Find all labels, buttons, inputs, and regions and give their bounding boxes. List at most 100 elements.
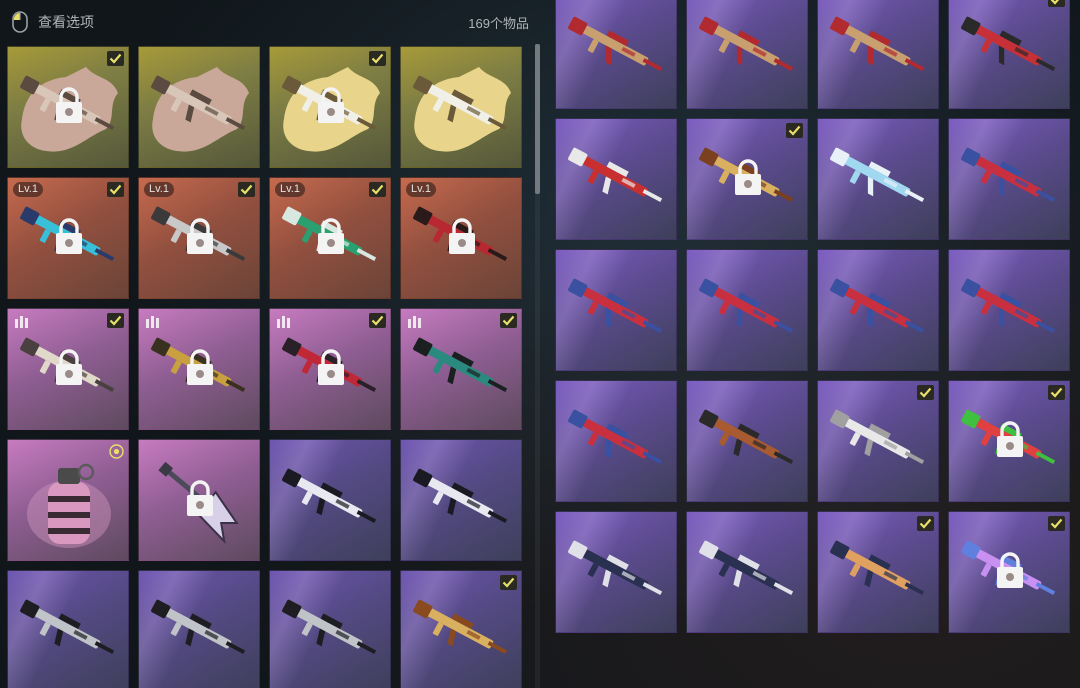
tier-icon (146, 316, 159, 328)
left-item-card[interactable] (138, 308, 260, 430)
right-item-card[interactable] (686, 249, 808, 371)
left-item-card[interactable] (138, 570, 260, 688)
right-item-card[interactable] (555, 0, 677, 109)
checkmark-icon (369, 313, 386, 328)
weapon-icon (568, 540, 663, 596)
right-item-card[interactable] (686, 118, 808, 240)
level-badge: Lv.1 (406, 182, 436, 197)
left-item-card[interactable] (400, 439, 522, 561)
tier-icon (277, 316, 290, 328)
left-item-card[interactable] (269, 308, 391, 430)
right-item-card[interactable] (817, 380, 939, 502)
weapon-icon (282, 468, 377, 524)
left-item-card[interactable]: Lv.1 (400, 177, 522, 299)
lock-icon (449, 218, 475, 254)
checkmark-icon (107, 51, 124, 66)
right-item-grid (555, 0, 1075, 688)
lock-icon (318, 349, 344, 385)
checkmark-icon (917, 385, 934, 400)
weapon-icon (699, 278, 794, 334)
mouse-icon (12, 11, 28, 33)
weapon-icon (568, 16, 663, 72)
right-item-card[interactable] (686, 0, 808, 109)
left-item-card[interactable] (7, 46, 129, 168)
lock-icon (187, 480, 213, 516)
right-item-card[interactable] (686, 380, 808, 502)
left-item-card[interactable] (7, 308, 129, 430)
weapon-icon (568, 278, 663, 334)
weapon-icon (413, 468, 508, 524)
left-item-card[interactable] (7, 570, 129, 688)
weapon-icon (20, 599, 115, 655)
right-item-card[interactable] (555, 511, 677, 633)
right-item-card[interactable] (686, 511, 808, 633)
right-item-card[interactable] (948, 511, 1070, 633)
right-item-card[interactable] (555, 380, 677, 502)
right-item-card[interactable] (817, 0, 939, 109)
right-item-card[interactable] (948, 118, 1070, 240)
left-item-card[interactable]: Lv.1 (138, 177, 260, 299)
weapon-icon (699, 16, 794, 72)
right-item-card[interactable] (555, 249, 677, 371)
left-grid-inner: Lv.1 Lv.1 Lv.1 Lv.1 (7, 46, 530, 688)
left-item-card[interactable] (269, 570, 391, 688)
weapon-icon (830, 409, 925, 465)
right-item-card[interactable] (817, 249, 939, 371)
checkmark-icon (238, 182, 255, 197)
tier-icon (15, 316, 28, 328)
checkmark-icon (917, 516, 934, 531)
left-item-card[interactable] (7, 439, 129, 561)
weapon-icon (282, 599, 377, 655)
level-badge: Lv.1 (275, 182, 305, 197)
checkmark-icon (786, 123, 803, 138)
checkmark-icon (369, 182, 386, 197)
lock-icon (56, 218, 82, 254)
level-badge: Lv.1 (144, 182, 174, 197)
checkmark-icon (1048, 516, 1065, 531)
left-item-card[interactable] (400, 570, 522, 688)
left-item-card[interactable]: Lv.1 (269, 177, 391, 299)
right-item-card[interactable] (948, 0, 1070, 109)
inventory-header: 查看选项 169个物品 (0, 0, 545, 44)
checkmark-icon (107, 313, 124, 328)
tier-icon (408, 316, 421, 328)
checkmark-icon (369, 51, 386, 66)
lock-icon (997, 421, 1023, 457)
weapon-icon (830, 16, 925, 72)
view-options-title[interactable]: 查看选项 (38, 12, 94, 32)
left-item-card[interactable] (400, 46, 522, 168)
left-item-card[interactable] (138, 439, 260, 561)
scrollbar-thumb[interactable] (535, 44, 540, 194)
weapon-icon (830, 278, 925, 334)
left-item-card[interactable] (138, 46, 260, 168)
right-item-card[interactable] (817, 511, 939, 633)
weapon-icon (699, 409, 794, 465)
left-item-card[interactable] (269, 46, 391, 168)
checkmark-icon (500, 313, 517, 328)
right-grid-inner (555, 0, 1075, 633)
left-item-card[interactable] (269, 439, 391, 561)
left-item-grid: Lv.1 Lv.1 Lv.1 Lv.1 (7, 46, 530, 688)
weapon-icon (568, 409, 663, 465)
lock-icon (56, 87, 82, 123)
right-item-card[interactable] (817, 118, 939, 240)
lock-icon (318, 87, 344, 123)
left-item-card[interactable]: Lv.1 (7, 177, 129, 299)
weapon-icon (961, 278, 1056, 334)
lock-icon (187, 218, 213, 254)
lock-icon (735, 159, 761, 195)
weapon-icon (830, 540, 925, 596)
checkmark-icon (1048, 0, 1065, 7)
grenade-icon (27, 463, 111, 548)
weapon-icon (699, 540, 794, 596)
lock-icon (56, 349, 82, 385)
item-count: 169个物品 (468, 15, 529, 31)
weapon-icon (413, 75, 508, 131)
checkmark-icon (1048, 385, 1065, 400)
weapon-icon (413, 599, 508, 655)
weapon-icon (151, 599, 246, 655)
left-item-card[interactable] (400, 308, 522, 430)
right-item-card[interactable] (948, 380, 1070, 502)
right-item-card[interactable] (948, 249, 1070, 371)
right-item-card[interactable] (555, 118, 677, 240)
